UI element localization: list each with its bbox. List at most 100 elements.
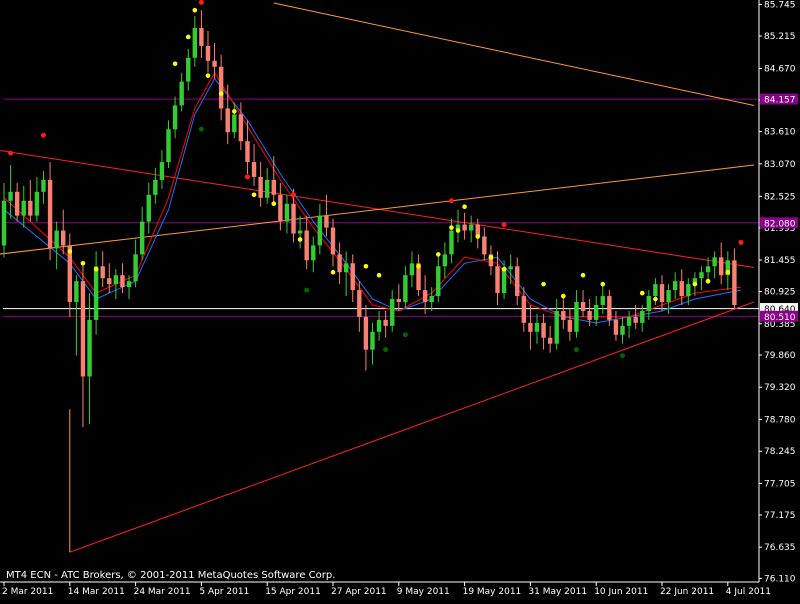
candle-body [547, 337, 553, 344]
candle-body [232, 114, 237, 133]
candle-body [54, 230, 59, 249]
candle-body [225, 108, 230, 133]
candle-body [1, 200, 7, 246]
candle-body [442, 254, 448, 267]
sar-dot [172, 61, 178, 67]
candle-body [712, 257, 717, 267]
candle-body [258, 176, 263, 198]
sar-dot [363, 263, 369, 269]
y-tick-label: 76.110 [764, 574, 796, 584]
sar-dot [232, 109, 237, 114]
candle-body [521, 296, 527, 323]
sar-dot [639, 290, 645, 296]
candle-body [482, 236, 487, 255]
x-tick-label: 14 Mar 2011 [68, 587, 125, 597]
candle-body [554, 310, 559, 344]
candle-body [278, 194, 283, 222]
candle-body [179, 81, 184, 106]
fractal-up-dot [448, 198, 454, 204]
y-tick-label: 77.705 [764, 479, 796, 489]
sar-dot [271, 201, 277, 207]
candle-body [574, 302, 579, 332]
candle-body [640, 310, 645, 323]
sar-dot [501, 266, 507, 272]
price-tag-label: 80.510 [764, 313, 796, 323]
watermark: MT4 ECN - ATC Brokers, © 2001-2011 MetaQ… [6, 570, 335, 581]
sar-dot [185, 34, 191, 40]
y-tick-label: 79.860 [764, 351, 796, 361]
fractal-down-dot [402, 332, 408, 338]
candle-body [429, 296, 434, 303]
candle-body [34, 191, 40, 216]
y-tick-label: 84.670 [764, 65, 796, 75]
y-tick-label: 82.525 [764, 192, 796, 202]
candle-body [528, 322, 533, 332]
candle-body [74, 281, 79, 303]
sar-dot [449, 225, 454, 230]
sar-dot [541, 281, 546, 287]
y-tick-label: 77.175 [764, 511, 796, 521]
candle-body [238, 114, 244, 142]
sar-dot [67, 249, 73, 254]
forex-chart: 85.74585.21584.67084.14083.61083.07082.5… [0, 0, 800, 600]
candle-body [265, 179, 270, 198]
candle-body [324, 215, 329, 228]
candle-body [146, 194, 151, 222]
x-tick-label: 5 Apr 2011 [199, 587, 249, 597]
candle-body [653, 284, 658, 297]
candle-body [594, 304, 599, 320]
sar-dot [462, 204, 467, 210]
fractal-down-dot [620, 353, 626, 359]
fractal-down-dot [383, 347, 389, 353]
candle-body [705, 266, 711, 273]
fractal-down-dot [198, 126, 204, 132]
fractal-down-dot [304, 287, 310, 293]
candle-body [436, 266, 441, 297]
candle-body [291, 203, 296, 234]
candle-body [330, 227, 336, 255]
candle-body [422, 290, 428, 303]
candle-body [633, 316, 638, 323]
fractal-up-dot [291, 192, 297, 198]
sar-dot [455, 228, 461, 233]
candle-body [251, 162, 257, 177]
candle-body [666, 290, 671, 303]
sar-dot [580, 272, 586, 278]
sar-dot [205, 73, 211, 78]
candle-body [541, 322, 546, 338]
sar-dot [330, 269, 336, 275]
sar-dot [692, 281, 698, 287]
y-tick-label: 79.320 [764, 383, 796, 393]
candle-body [390, 299, 395, 326]
candle-body [600, 296, 605, 305]
candle-body [626, 316, 632, 326]
candle-body [133, 254, 138, 282]
candle-body [311, 245, 316, 261]
candle-body [8, 191, 13, 201]
candle-body [376, 319, 382, 332]
candle-body [172, 105, 178, 130]
candle-body [153, 179, 158, 195]
sar-dot [218, 91, 224, 96]
y-tick-label: 76.635 [764, 543, 796, 553]
candle-body [107, 278, 112, 285]
x-tick-label: 27 Apr 2011 [331, 587, 387, 597]
fractal-up-dot [244, 174, 250, 180]
candle-body [166, 129, 171, 163]
sar-dot [488, 255, 494, 260]
x-tick-label: 2 Mar 2011 [2, 587, 53, 597]
candle-body [317, 215, 323, 246]
candle-body [284, 203, 290, 222]
candle-body [363, 316, 369, 350]
candle-body [93, 266, 99, 320]
candle-body [126, 281, 132, 288]
candle-body [449, 230, 454, 255]
candle-body [192, 28, 198, 58]
candle-body [534, 322, 540, 332]
candle-body [120, 275, 125, 288]
candle-body [14, 191, 20, 216]
x-tick-label: 22 Jun 2011 [660, 587, 714, 597]
y-tick-label: 85.745 [764, 0, 796, 10]
candle-body [732, 260, 737, 305]
y-tick-label: 83.070 [764, 160, 796, 170]
